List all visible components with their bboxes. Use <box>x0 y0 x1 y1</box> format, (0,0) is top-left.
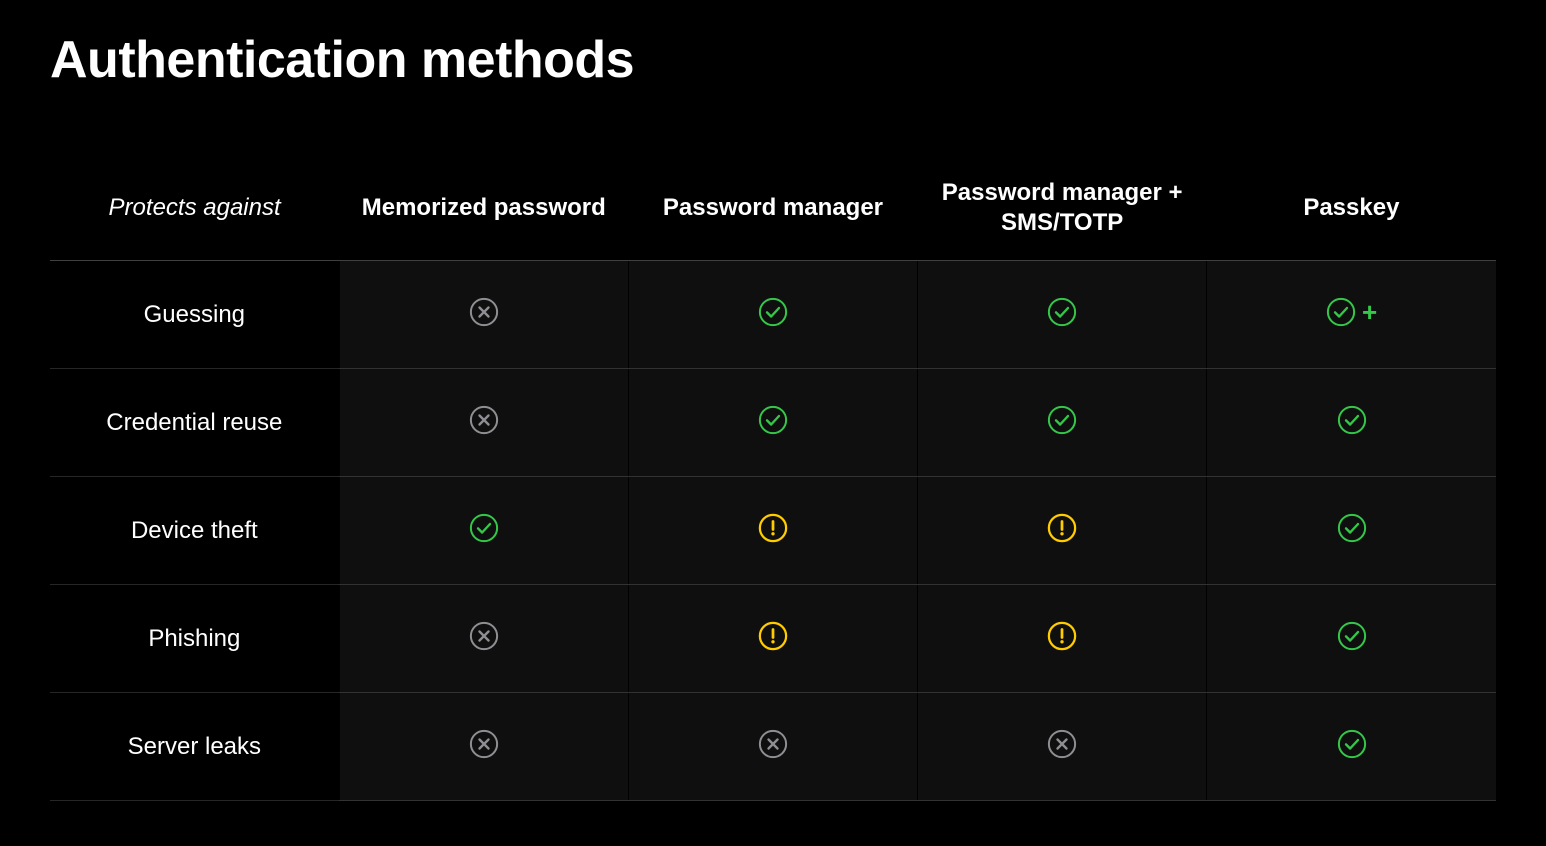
check-circle-icon <box>758 297 788 327</box>
data-cell: + <box>1207 261 1496 369</box>
cross-circle-icon <box>1047 729 1077 759</box>
check-circle-icon <box>1047 297 1077 327</box>
cross-circle-icon <box>469 729 499 759</box>
check-circle-icon <box>1337 621 1367 651</box>
data-cell <box>1207 369 1496 477</box>
check-circle-icon <box>1326 297 1356 327</box>
row-label: Server leaks <box>50 693 339 801</box>
data-cell <box>1207 585 1496 693</box>
check-circle-icon <box>1337 729 1367 759</box>
cross-circle-icon <box>469 297 499 327</box>
data-cell <box>339 261 628 369</box>
cross-circle-icon <box>758 729 788 759</box>
header-col-0: Memorized password <box>339 160 628 261</box>
row-label: Credential reuse <box>50 369 339 477</box>
data-cell <box>628 477 917 585</box>
plus-icon: + <box>1362 297 1377 328</box>
data-cell <box>918 369 1207 477</box>
data-cell <box>339 693 628 801</box>
data-cell <box>918 585 1207 693</box>
data-cell <box>1207 477 1496 585</box>
warning-circle-icon <box>758 513 788 543</box>
data-cell <box>918 477 1207 585</box>
check-circle-icon <box>1337 513 1367 543</box>
data-cell <box>339 585 628 693</box>
data-cell <box>628 693 917 801</box>
table-row: Credential reuse <box>50 369 1496 477</box>
data-cell <box>339 477 628 585</box>
data-cell <box>339 369 628 477</box>
data-cell <box>1207 693 1496 801</box>
cross-circle-icon <box>469 621 499 651</box>
warning-circle-icon <box>758 621 788 651</box>
data-cell <box>628 369 917 477</box>
check-circle-icon <box>469 513 499 543</box>
comparison-table: Protects against Memorized password Pass… <box>50 160 1496 801</box>
row-label: Phishing <box>50 585 339 693</box>
table-row: Guessing + <box>50 261 1496 369</box>
check-circle-icon <box>758 405 788 435</box>
check-circle-icon <box>1337 405 1367 435</box>
table-row: Device theft <box>50 477 1496 585</box>
row-label: Device theft <box>50 477 339 585</box>
table-row: Server leaks <box>50 693 1496 801</box>
warning-circle-icon <box>1047 621 1077 651</box>
table-row: Phishing <box>50 585 1496 693</box>
data-cell <box>628 585 917 693</box>
data-cell <box>918 693 1207 801</box>
cross-circle-icon <box>469 405 499 435</box>
page-title: Authentication methods <box>50 30 1496 90</box>
header-col-3: Passkey <box>1207 160 1496 261</box>
data-cell <box>918 261 1207 369</box>
warning-circle-icon <box>1047 513 1077 543</box>
header-col-1: Password manager <box>628 160 917 261</box>
check-circle-icon <box>1047 405 1077 435</box>
header-row-label: Protects against <box>50 160 339 261</box>
data-cell <box>628 261 917 369</box>
row-label: Guessing <box>50 261 339 369</box>
header-col-2: Password manager + SMS/TOTP <box>918 160 1207 261</box>
